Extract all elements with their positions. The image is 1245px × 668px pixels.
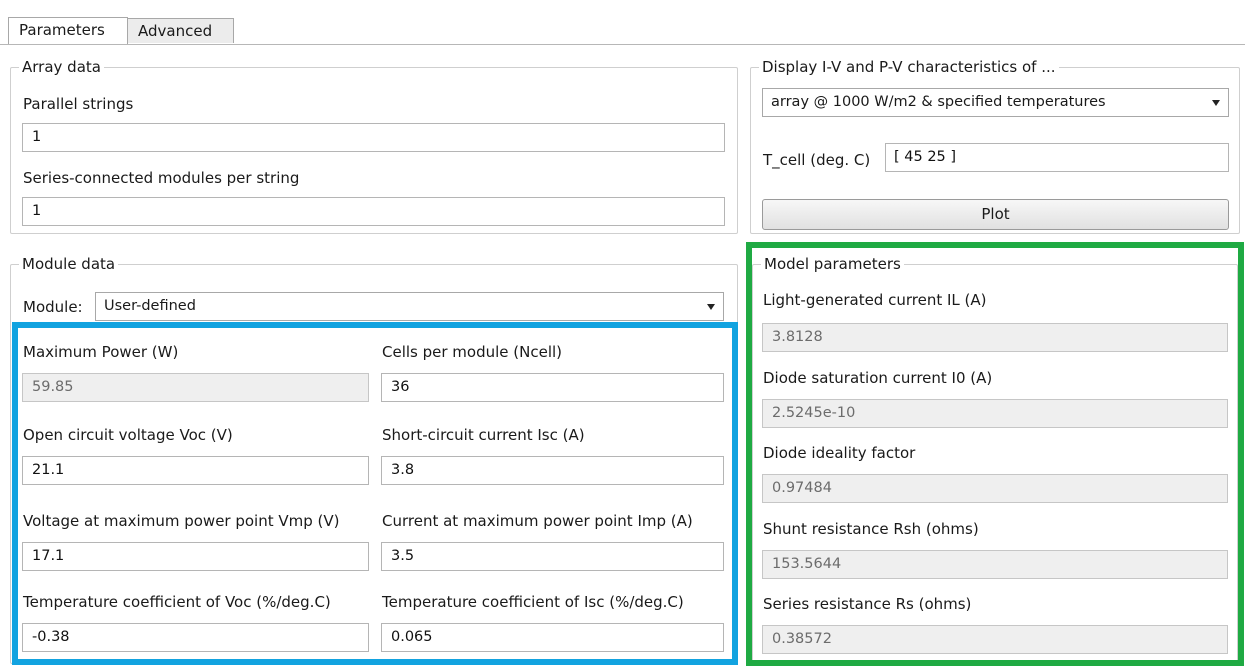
imp-label: Current at maximum power point Imp (A) — [382, 512, 693, 530]
module-label: Module: — [23, 298, 83, 316]
tab-parameters[interactable]: Parameters — [8, 17, 128, 44]
parallel-strings-label: Parallel strings — [23, 95, 134, 113]
isc-input[interactable]: 3.8 — [381, 456, 724, 485]
ideality-field: 0.97484 — [762, 474, 1228, 503]
voc-input[interactable]: 21.1 — [22, 456, 369, 485]
ideality-label: Diode ideality factor — [763, 444, 916, 462]
rsh-label: Shunt resistance Rsh (ohms) — [763, 520, 979, 538]
series-modules-input[interactable]: 1 — [22, 197, 725, 226]
i0-field: 2.5245e-10 — [762, 399, 1228, 428]
module-select[interactable]: User-defined — [95, 292, 724, 321]
array-data-title: Array data — [19, 57, 104, 77]
max-power-field: 59.85 — [22, 373, 369, 402]
parallel-strings-input[interactable]: 1 — [22, 123, 725, 152]
module-select-value: User-defined — [104, 298, 196, 314]
dialog-root: Parameters Advanced Array data Parallel … — [0, 0, 1245, 668]
voc-label: Open circuit voltage Voc (V) — [23, 426, 233, 444]
array-data-group: Array data Parallel strings 1 Series-con… — [10, 57, 738, 234]
tab-advanced[interactable]: Advanced — [127, 18, 234, 43]
rs-field: 0.38572 — [762, 625, 1228, 654]
display-select-value: array @ 1000 W/m2 & specified temperatur… — [771, 94, 1106, 110]
display-group: Display I-V and P-V characteristics of .… — [750, 57, 1240, 234]
il-label: Light-generated current IL (A) — [763, 291, 987, 309]
imp-input[interactable]: 3.5 — [381, 542, 724, 571]
chevron-down-icon — [1212, 100, 1220, 106]
max-power-label: Maximum Power (W) — [23, 343, 179, 361]
il-field: 3.8128 — [762, 323, 1228, 352]
rsh-field: 153.5644 — [762, 550, 1228, 579]
tcisc-input[interactable]: 0.065 — [381, 623, 724, 652]
chevron-down-icon — [707, 304, 715, 310]
cells-label: Cells per module (Ncell) — [382, 343, 563, 361]
model-parameters-title: Model parameters — [761, 254, 904, 274]
model-parameters-group: Model parameters Light-generated current… — [752, 254, 1238, 662]
tcvoc-input[interactable]: -0.38 — [22, 623, 369, 652]
tcisc-label: Temperature coefficient of Isc (%/deg.C) — [382, 593, 684, 611]
i0-label: Diode saturation current I0 (A) — [763, 369, 993, 387]
series-modules-label: Series-connected modules per string — [23, 169, 300, 187]
tab-bar: Parameters Advanced — [0, 6, 1245, 45]
plot-button[interactable]: Plot — [762, 199, 1229, 230]
display-select[interactable]: array @ 1000 W/m2 & specified temperatur… — [762, 88, 1229, 117]
isc-label: Short-circuit current Isc (A) — [382, 426, 585, 444]
tcell-label: T_cell (deg. C) — [763, 151, 871, 169]
tcvoc-label: Temperature coefficient of Voc (%/deg.C) — [23, 593, 331, 611]
tcell-input[interactable]: [ 45 25 ] — [885, 143, 1229, 172]
display-title: Display I-V and P-V characteristics of .… — [759, 57, 1059, 77]
vmp-label: Voltage at maximum power point Vmp (V) — [23, 512, 340, 530]
rs-label: Series resistance Rs (ohms) — [763, 595, 972, 613]
cells-input[interactable]: 36 — [381, 373, 724, 402]
module-data-group: Module data Module: User-defined Maximum… — [10, 254, 738, 664]
vmp-input[interactable]: 17.1 — [22, 542, 369, 571]
module-data-title: Module data — [19, 254, 119, 274]
